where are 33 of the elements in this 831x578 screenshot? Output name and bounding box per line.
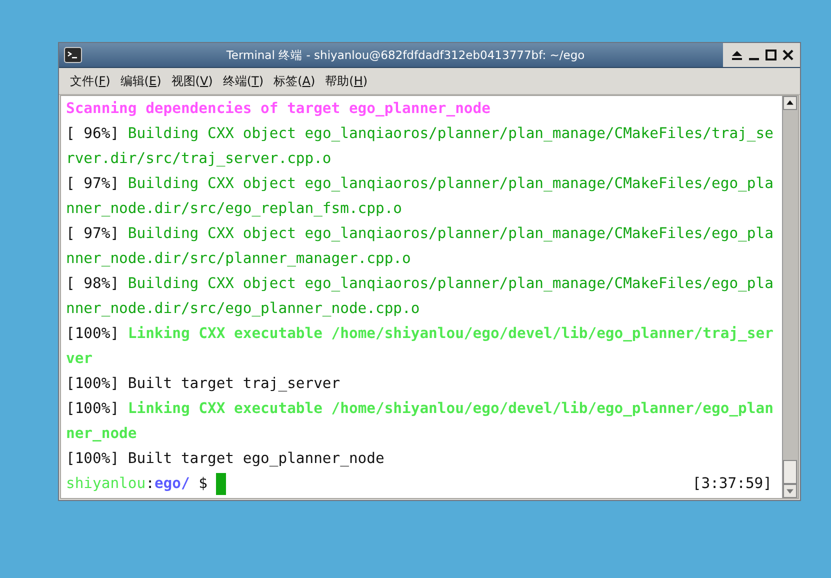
scroll-down-icon[interactable] bbox=[783, 484, 797, 498]
close-icon[interactable] bbox=[782, 49, 794, 61]
scroll-up-icon[interactable] bbox=[783, 96, 797, 110]
menu-item[interactable]: 终端(T) bbox=[218, 72, 269, 90]
clock-text: [3:37:59] bbox=[692, 474, 772, 494]
terminal-line: [100%] Linking CXX executable /home/shiyanlou/ego/devel/lib/ego_planner/traj_ser bbox=[66, 324, 774, 344]
terminal-line: rver.dir/src/traj_server.cpp.o bbox=[66, 149, 332, 169]
maximize-icon[interactable] bbox=[765, 49, 777, 61]
terminal-line: nner_node.dir/src/ego_planner_node.cpp.o bbox=[66, 299, 420, 319]
menu-item[interactable]: 标签(A) bbox=[268, 72, 320, 90]
scrollbar[interactable] bbox=[782, 96, 798, 498]
window-title: Terminal 终端 - shiyanlou@682fdfdadf312eb0413777bf: ~/ego bbox=[225, 48, 586, 62]
menu-item[interactable]: 文件(F) bbox=[65, 72, 116, 90]
terminal-line: [100%] Built target ego_planner_node bbox=[66, 449, 384, 469]
terminal-line: ner_node bbox=[66, 424, 137, 444]
terminal-line: [ 98%] Building CXX object ego_lanqiaoros/planner/plan_manage/CMakeFiles/ego_pla bbox=[66, 274, 774, 294]
terminal-line: nner_node.dir/src/ego_replan_fsm.cpp.o bbox=[66, 199, 402, 219]
shell-prompt: shiyanlou:ego/ $ bbox=[66, 474, 208, 494]
terminal-line: ver bbox=[66, 349, 93, 369]
terminal-line: [100%] Built target traj_server bbox=[66, 374, 340, 394]
scroll-thumb[interactable] bbox=[783, 460, 797, 484]
terminal-line: [ 97%] Building CXX object ego_lanqiaoros/planner/plan_manage/CMakeFiles/ego_pla bbox=[66, 174, 774, 194]
terminal-line: [ 97%] Building CXX object ego_lanqiaoros/planner/plan_manage/CMakeFiles/ego_pla bbox=[66, 224, 774, 244]
shade-icon[interactable] bbox=[731, 49, 743, 61]
terminal-icon[interactable] bbox=[64, 47, 82, 63]
text-cursor bbox=[216, 472, 226, 494]
terminal-line: [100%] Linking CXX executable /home/shiyanlou/ego/devel/lib/ego_planner/ego_plan bbox=[66, 399, 774, 419]
terminal-line: Scanning dependencies of target ego_planner_node bbox=[66, 99, 490, 119]
terminal-line: [ 96%] Building CXX object ego_lanqiaoros/planner/plan_manage/CMakeFiles/traj_se bbox=[66, 124, 774, 144]
menu-item[interactable]: 视图(V) bbox=[166, 72, 218, 90]
menu-item[interactable]: 编辑(E) bbox=[115, 72, 166, 90]
menu-item[interactable]: 帮助(H) bbox=[320, 72, 373, 90]
terminal-line: nner_node.dir/src/planner_manager.cpp.o bbox=[66, 249, 411, 269]
